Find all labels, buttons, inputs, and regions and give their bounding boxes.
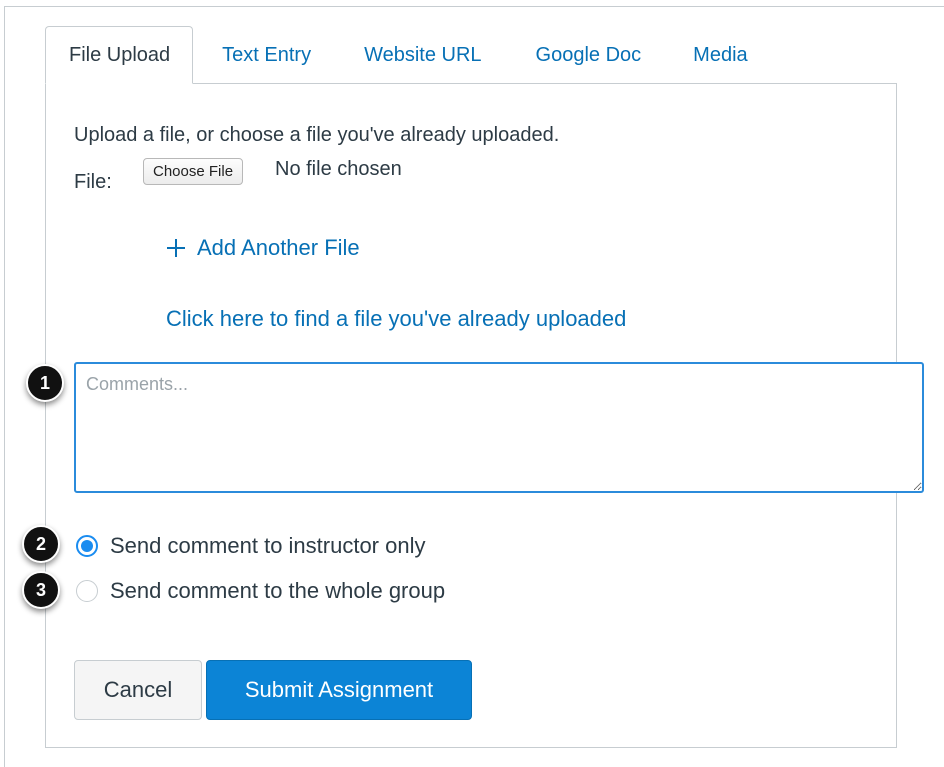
tab-website-url[interactable]: Website URL [364,26,481,84]
choose-file-button[interactable]: Choose File [143,158,244,185]
comments-textarea[interactable] [74,362,924,493]
radio-whole-group-label: Send comment to the whole group [110,578,446,603]
cancel-button[interactable]: Cancel [74,660,202,720]
radio-instructor-only-label: Send comment to instructor only [110,533,426,558]
upload-instruction: Upload a file, or choose a file you've a… [74,124,560,146]
submit-assignment-button[interactable]: Submit Assignment [206,660,472,720]
file-label: File: [74,171,112,193]
tab-text-entry[interactable]: Text Entry [222,26,311,84]
radio-button-selected[interactable] [76,535,98,557]
tab-google-doc[interactable]: Google Doc [536,26,642,84]
add-another-file-label: Add Another File [197,235,360,260]
callout-badge-1: 1 [26,364,64,402]
radio-button-unselected[interactable] [76,580,98,602]
find-uploaded-file-link[interactable]: Click here to find a file you've already… [166,306,626,332]
tab-media[interactable]: Media [693,26,747,84]
tab-file-upload[interactable]: File Upload [45,26,194,84]
radio-instructor-only[interactable]: Send comment to instructor only [76,533,425,559]
callout-badge-3: 3 [22,571,60,609]
callout-badge-2: 2 [22,525,60,563]
add-another-file-link[interactable]: Add Another File [165,235,360,261]
no-file-text: No file chosen [275,158,402,180]
submission-tabs: File Upload Text Entry Website URL Googl… [45,26,748,84]
radio-whole-group[interactable]: Send comment to the whole group [76,578,445,604]
plus-icon [165,237,187,259]
